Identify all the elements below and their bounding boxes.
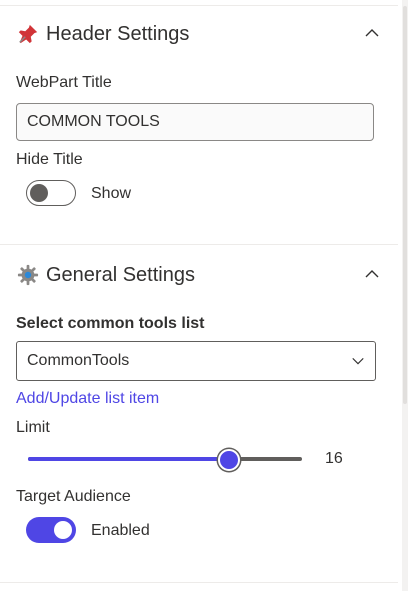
- target-audience-label: Target Audience: [16, 488, 131, 505]
- target-audience-toggle-text: Enabled: [91, 522, 150, 539]
- webpart-title-label: WebPart Title: [16, 74, 112, 91]
- section-title-header-settings: Header Settings: [46, 22, 190, 45]
- chevron-up-icon[interactable]: [364, 25, 380, 41]
- hide-title-toggle-text: Show: [91, 185, 132, 202]
- target-audience-toggle[interactable]: [26, 517, 76, 543]
- add-update-list-item-link[interactable]: Add/Update list item: [16, 390, 159, 408]
- gear-icon: [16, 263, 40, 287]
- toggle-knob: [54, 521, 72, 539]
- pin-icon: [16, 22, 40, 46]
- top-divider: [0, 0, 398, 6]
- limit-slider[interactable]: [28, 449, 302, 471]
- chevron-up-icon[interactable]: [364, 266, 380, 282]
- hide-title-label: Hide Title: [16, 151, 83, 168]
- scrollbar-thumb[interactable]: [403, 6, 407, 404]
- section-divider: [0, 244, 398, 245]
- chevron-down-icon: [352, 357, 364, 365]
- dropdown-selected-value: CommonTools: [27, 352, 130, 369]
- slider-thumb[interactable]: [218, 449, 241, 471]
- common-tools-dropdown[interactable]: CommonTools: [16, 341, 376, 381]
- limit-value: 16: [325, 450, 343, 467]
- webpart-title-field[interactable]: COMMON TOOLS: [16, 103, 374, 141]
- toggle-knob: [30, 184, 48, 202]
- scrollbar[interactable]: [402, 0, 408, 591]
- select-list-label: Select common tools list: [16, 315, 205, 332]
- limit-label: Limit: [16, 419, 50, 436]
- section-divider: [0, 582, 398, 583]
- slider-fill: [28, 457, 229, 461]
- header-settings-header[interactable]: Header Settings: [16, 19, 386, 49]
- section-title-general-settings: General Settings: [46, 263, 195, 286]
- general-settings-header[interactable]: General Settings: [16, 260, 386, 290]
- hide-title-toggle[interactable]: [26, 180, 76, 206]
